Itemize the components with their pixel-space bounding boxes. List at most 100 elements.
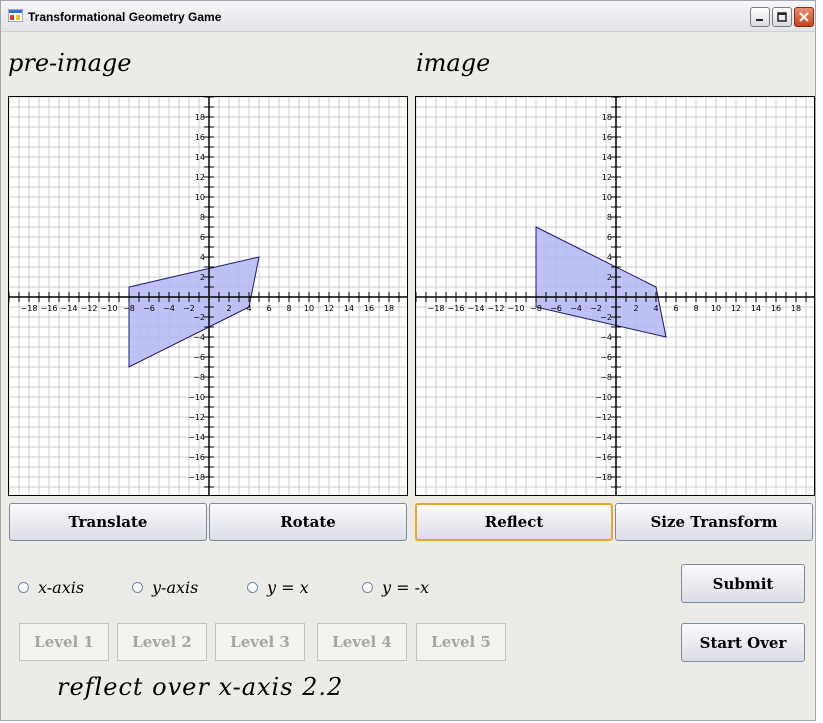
reflect-button[interactable]: Reflect	[415, 503, 613, 541]
size-transform-button[interactable]: Size Transform	[615, 503, 813, 541]
x-tick-label: −12	[81, 304, 98, 313]
radio-circle[interactable]	[132, 582, 143, 593]
y-tick-label: −12	[595, 413, 612, 422]
title-bar: Transformational Geometry Game	[1, 1, 815, 32]
app-icon	[8, 9, 23, 22]
radio-label: x-axis	[38, 578, 85, 597]
x-tick-label: −14	[61, 304, 78, 313]
app-window: Transformational Geometry Game pre-image…	[0, 0, 816, 721]
preimage-graph[interactable]: −18 −18 −16 −16 −14 −14 −12 −12 −10 −10 −8 −8 −6 −6 −4…	[8, 96, 408, 496]
x-tick-label: −8	[530, 304, 542, 313]
x-tick-label: 14	[751, 304, 761, 313]
y-tick-label: −2	[600, 313, 612, 322]
image-plot: −18−18−16−16−14−14−12−12−10−10−8−8−6−6−4…	[416, 97, 814, 495]
minimize-icon	[756, 19, 763, 21]
y-tick-label: 10	[602, 193, 612, 202]
y-tick-label: −8	[600, 373, 612, 382]
submit-button[interactable]: Submit	[681, 564, 805, 603]
y-tick-label: 12	[195, 173, 205, 182]
preimage-plot: −18−18−16−16−14−14−12−12−10−10−8−8−6−6−4…	[9, 97, 407, 495]
radio-circle[interactable]	[247, 582, 258, 593]
level-4-button[interactable]: Level 4	[317, 623, 407, 661]
level-3-button[interactable]: Level 3	[215, 623, 305, 661]
x-tick-label: −12	[488, 304, 505, 313]
x-tick-label: 4	[653, 304, 658, 313]
y-tick-label: −4	[193, 333, 205, 342]
x-tick-label: −10	[508, 304, 525, 313]
level-2-button[interactable]: Level 2	[117, 623, 207, 661]
image-heading: image	[416, 49, 491, 77]
close-button[interactable]	[794, 7, 814, 27]
x-tick-label: 6	[673, 304, 678, 313]
y-tick-label: 8	[200, 213, 205, 222]
level-5-button[interactable]: Level 5	[416, 623, 506, 661]
x-tick-label: −14	[468, 304, 485, 313]
x-tick-label: 16	[364, 304, 374, 313]
radio-circle[interactable]	[362, 582, 373, 593]
y-tick-label: 2	[200, 273, 205, 282]
translate-button[interactable]: Translate	[9, 503, 207, 541]
level-1-button[interactable]: Level 1	[19, 623, 109, 661]
radio-y-axis[interactable]: y-axis	[132, 578, 198, 597]
y-tick-label: 4	[607, 253, 612, 262]
x-tick-label: −16	[41, 304, 58, 313]
y-tick-label: 12	[602, 173, 612, 182]
x-tick-label: 12	[324, 304, 334, 313]
x-tick-label: −6	[550, 304, 562, 313]
x-tick-label: 18	[384, 304, 394, 313]
radio-y-equals-x[interactable]: y = x	[247, 578, 309, 597]
x-tick-label: −16	[448, 304, 465, 313]
x-tick-label: −2	[590, 304, 602, 313]
y-tick-label: −18	[595, 473, 612, 482]
maximize-button[interactable]	[772, 7, 792, 27]
radio-y-equals-neg-x[interactable]: y = -x	[362, 578, 429, 597]
y-tick-label: 4	[200, 253, 205, 262]
close-icon	[799, 12, 809, 22]
y-tick-label: 14	[195, 153, 205, 162]
x-tick-label: 2	[226, 304, 231, 313]
start-over-button[interactable]: Start Over	[681, 623, 805, 662]
radio-label: y = x	[267, 578, 309, 597]
x-tick-label: 10	[304, 304, 314, 313]
y-tick-label: −6	[600, 353, 612, 362]
radio-label: y-axis	[152, 578, 199, 597]
y-tick-label: 6	[200, 233, 205, 242]
y-tick-label: 8	[607, 213, 612, 222]
y-tick-label: 10	[195, 193, 205, 202]
y-tick-label: 16	[602, 133, 612, 142]
x-tick-label: −2	[183, 304, 195, 313]
preimage-heading: pre-image	[8, 49, 132, 77]
y-tick-label: 18	[195, 113, 205, 122]
y-tick-label: −10	[595, 393, 612, 402]
radio-x-axis[interactable]: x-axis	[18, 578, 84, 597]
x-tick-label: 16	[771, 304, 781, 313]
x-tick-label: −4	[163, 304, 175, 313]
y-tick-label: −10	[188, 393, 205, 402]
y-tick-label: −16	[595, 453, 612, 462]
x-tick-label: 18	[791, 304, 801, 313]
y-tick-label: 6	[607, 233, 612, 242]
x-tick-label: 10	[711, 304, 721, 313]
x-tick-label: −18	[21, 304, 38, 313]
x-tick-label: −18	[428, 304, 445, 313]
x-tick-label: 6	[266, 304, 271, 313]
x-tick-label: 2	[633, 304, 638, 313]
rotate-button[interactable]: Rotate	[209, 503, 407, 541]
minimize-button[interactable]	[750, 7, 770, 27]
y-tick-label: −18	[188, 473, 205, 482]
image-graph[interactable]: −18 −18 −16 −16 −14 −14 −12 −12 −10 −10 −8 −8 −6 −6 −4…	[415, 96, 815, 496]
y-tick-label: −14	[595, 433, 612, 442]
x-tick-label: 4	[246, 304, 251, 313]
window-title: Transformational Geometry Game	[28, 10, 222, 24]
y-tick-label: 14	[602, 153, 612, 162]
x-tick-label: −10	[101, 304, 118, 313]
x-tick-label: 8	[693, 304, 698, 313]
x-tick-label: 14	[344, 304, 354, 313]
radio-label: y = -x	[382, 578, 430, 597]
y-tick-label: −16	[188, 453, 205, 462]
y-tick-label: −14	[188, 433, 205, 442]
radio-circle[interactable]	[18, 582, 29, 593]
y-tick-label: −12	[188, 413, 205, 422]
y-tick-label: 16	[195, 133, 205, 142]
y-tick-label: 18	[602, 113, 612, 122]
